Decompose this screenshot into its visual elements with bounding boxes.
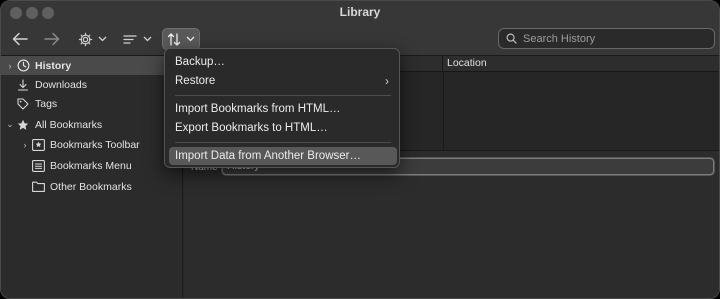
sidebar-item-bookmarks-toolbar[interactable]: › Bookmarks Toolbar bbox=[1, 135, 183, 154]
clock-icon bbox=[16, 59, 30, 73]
forward-button[interactable] bbox=[41, 28, 63, 50]
sidebar-item-label: All Bookmarks bbox=[35, 118, 103, 131]
forward-arrow-icon bbox=[44, 32, 60, 46]
sidebar-item-history[interactable]: › History bbox=[1, 56, 183, 75]
menu-separator bbox=[175, 95, 391, 96]
sidebar-item-label: Other Bookmarks bbox=[50, 180, 132, 193]
menu-icon bbox=[31, 159, 45, 173]
sidebar-item-label: Bookmarks Toolbar bbox=[50, 138, 140, 151]
menu-item-import-from-browser[interactable]: Import Data from Another Browser… bbox=[169, 147, 397, 165]
sidebar-item-other-bookmarks[interactable]: Other Bookmarks bbox=[1, 177, 183, 196]
toolbar-icon bbox=[31, 138, 45, 152]
menu-item-export-bookmarks-html[interactable]: Export Bookmarks to HTML… bbox=[169, 119, 397, 137]
sidebar-item-label: Bookmarks Menu bbox=[50, 159, 132, 172]
sidebar-item-label: History bbox=[35, 59, 72, 72]
sidebar-item-bookmarks-menu[interactable]: Bookmarks Menu bbox=[1, 156, 183, 175]
menu-item-backup[interactable]: Backup… bbox=[169, 53, 397, 71]
menu-item-import-bookmarks-html[interactable]: Import Bookmarks from HTML… bbox=[169, 100, 397, 118]
menu-separator bbox=[175, 142, 391, 143]
search-icon bbox=[506, 33, 517, 44]
disclosure-triangle-icon[interactable]: › bbox=[4, 61, 16, 71]
sidebar-item-all-bookmarks[interactable]: ⌄ All Bookmarks bbox=[1, 115, 183, 134]
folder-icon bbox=[31, 180, 45, 194]
back-arrow-icon bbox=[12, 32, 28, 46]
star-icon bbox=[16, 118, 30, 132]
chevron-down-icon bbox=[143, 36, 151, 42]
chevron-down-icon bbox=[186, 36, 195, 42]
sidebar-item-label: Tags bbox=[35, 97, 58, 110]
library-window: Library Search History › History Downloa… bbox=[0, 0, 720, 299]
import-export-icon bbox=[167, 32, 181, 46]
sidebar: › History Downloads Tags ⌄ All Bookmarks… bbox=[1, 56, 183, 298]
details-pane: Name History bbox=[184, 151, 719, 298]
menu-item-label: Restore bbox=[175, 75, 216, 87]
column-divider bbox=[443, 72, 444, 150]
submenu-arrow-icon: › bbox=[385, 74, 389, 88]
menu-item-restore[interactable]: Restore › bbox=[169, 72, 397, 90]
import-export-menu: Backup… Restore › Import Bookmarks from … bbox=[164, 48, 400, 168]
sidebar-item-tags[interactable]: Tags bbox=[1, 94, 183, 113]
search-box[interactable] bbox=[498, 28, 715, 49]
back-button[interactable] bbox=[9, 28, 31, 50]
disclosure-triangle-icon[interactable]: › bbox=[19, 140, 31, 150]
import-export-button[interactable] bbox=[162, 28, 200, 50]
organize-button[interactable] bbox=[75, 28, 109, 50]
tag-icon bbox=[16, 97, 30, 111]
window-title: Library bbox=[339, 5, 381, 19]
gear-icon bbox=[78, 32, 92, 46]
chevron-down-icon bbox=[98, 36, 106, 42]
list-icon bbox=[122, 34, 137, 44]
search-input[interactable] bbox=[523, 32, 703, 45]
sidebar-item-downloads[interactable]: Downloads bbox=[1, 75, 183, 94]
download-icon bbox=[16, 78, 30, 92]
sidebar-item-label: Downloads bbox=[35, 78, 87, 91]
column-header-location[interactable]: Location bbox=[443, 56, 719, 72]
disclosure-triangle-icon[interactable]: ⌄ bbox=[4, 119, 16, 130]
views-button[interactable] bbox=[120, 28, 154, 50]
